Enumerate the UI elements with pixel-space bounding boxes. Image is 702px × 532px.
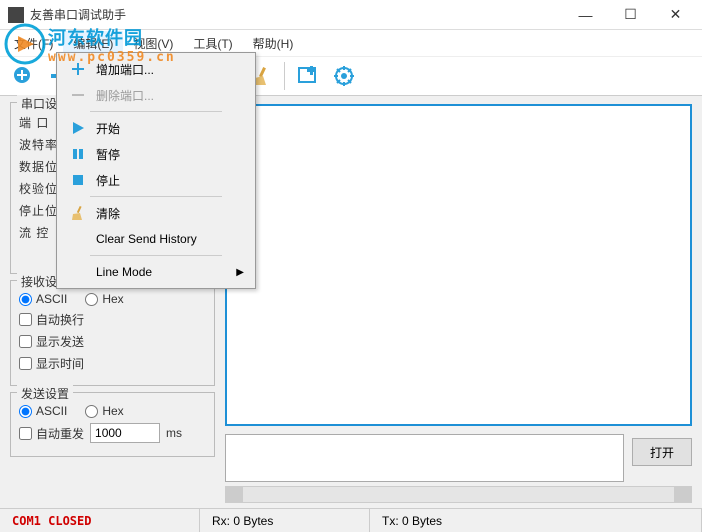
recv-ascii-radio[interactable]: ASCII	[19, 292, 67, 306]
recv-hex-radio[interactable]: Hex	[85, 292, 123, 306]
dd-add-port[interactable]: 增加端口...	[60, 56, 252, 82]
status-bar: COM1 CLOSED Rx: 0 Bytes Tx: 0 Bytes	[0, 508, 702, 532]
send-group-title: 发送设置	[17, 385, 73, 402]
stop-icon	[68, 170, 88, 190]
auto-resend-check[interactable]: 自动重发	[19, 425, 84, 442]
dd-del-port[interactable]: 删除端口...	[60, 82, 252, 108]
send-settings-group: 发送设置 ASCII Hex 自动重发 ms	[10, 392, 215, 457]
chevron-right-icon: ▶	[236, 267, 244, 278]
title-bar: 友善串口调试助手 — ☐ ✕	[0, 0, 702, 30]
send-hex-radio[interactable]: Hex	[85, 404, 123, 418]
dd-clear-send[interactable]: Clear Send History	[60, 226, 252, 252]
dd-separator	[90, 111, 222, 112]
auto-wrap-check[interactable]: 自动换行	[19, 311, 84, 328]
settings-button[interactable]	[327, 59, 361, 93]
dd-clear-label: 清除	[96, 205, 120, 222]
dd-separator	[90, 255, 222, 256]
window-plus-icon	[297, 65, 319, 87]
status-rx: Rx: 0 Bytes	[200, 509, 370, 532]
content-area: 打开	[225, 96, 702, 486]
dd-clear[interactable]: 清除	[60, 200, 252, 226]
maximize-button[interactable]: ☐	[608, 0, 653, 30]
interval-spinner[interactable]	[90, 423, 160, 443]
new-window-button[interactable]	[291, 59, 325, 93]
show-send-check[interactable]: 显示发送	[19, 333, 84, 350]
dd-del-port-label: 删除端口...	[96, 87, 154, 104]
send-input[interactable]	[225, 434, 624, 482]
minimize-button[interactable]: —	[563, 0, 608, 30]
dd-start-label: 开始	[96, 120, 120, 137]
receive-display[interactable]	[225, 104, 692, 426]
hscroll-area	[0, 486, 702, 504]
dd-stop[interactable]: 停止	[60, 167, 252, 193]
dd-line-mode-label: Line Mode	[96, 265, 152, 279]
interval-unit: ms	[166, 426, 182, 440]
menu-file[interactable]: 文件(F)	[4, 31, 63, 56]
plus-icon	[68, 59, 88, 79]
dd-add-port-label: 增加端口...	[96, 61, 154, 78]
dd-pause[interactable]: 暂停	[60, 141, 252, 167]
minus-icon	[68, 85, 88, 105]
window-title: 友善串口调试助手	[30, 6, 563, 23]
status-port: COM1 CLOSED	[0, 509, 200, 532]
pause-icon	[68, 144, 88, 164]
send-ascii-radio[interactable]: ASCII	[19, 404, 67, 418]
status-tx: Tx: 0 Bytes	[370, 509, 702, 532]
open-button[interactable]: 打开	[632, 438, 692, 466]
horizontal-scrollbar[interactable]	[225, 486, 692, 503]
close-button[interactable]: ✕	[653, 0, 698, 30]
dd-line-mode[interactable]: Line Mode ▶	[60, 259, 252, 285]
gear-icon	[333, 65, 355, 87]
scroll-left-icon[interactable]	[226, 487, 243, 502]
add-port-button[interactable]	[6, 59, 40, 93]
scroll-right-icon[interactable]	[674, 487, 691, 502]
toolbar-separator	[284, 62, 285, 90]
dd-start[interactable]: 开始	[60, 115, 252, 141]
broom-icon	[68, 203, 88, 223]
play-icon	[68, 118, 88, 138]
app-icon	[8, 7, 24, 23]
dd-pause-label: 暂停	[96, 146, 120, 163]
add-port-icon	[12, 65, 34, 87]
recv-settings-group: 接收设置 ASCII Hex 自动换行 显示发送 显示时间	[10, 280, 215, 386]
edit-dropdown: 增加端口... 删除端口... 开始 暂停 停止 清除 Clear Send H…	[56, 52, 256, 289]
dd-stop-label: 停止	[96, 172, 120, 189]
dd-clear-send-label: Clear Send History	[96, 232, 197, 246]
dd-separator	[90, 196, 222, 197]
show-time-check[interactable]: 显示时间	[19, 355, 84, 372]
